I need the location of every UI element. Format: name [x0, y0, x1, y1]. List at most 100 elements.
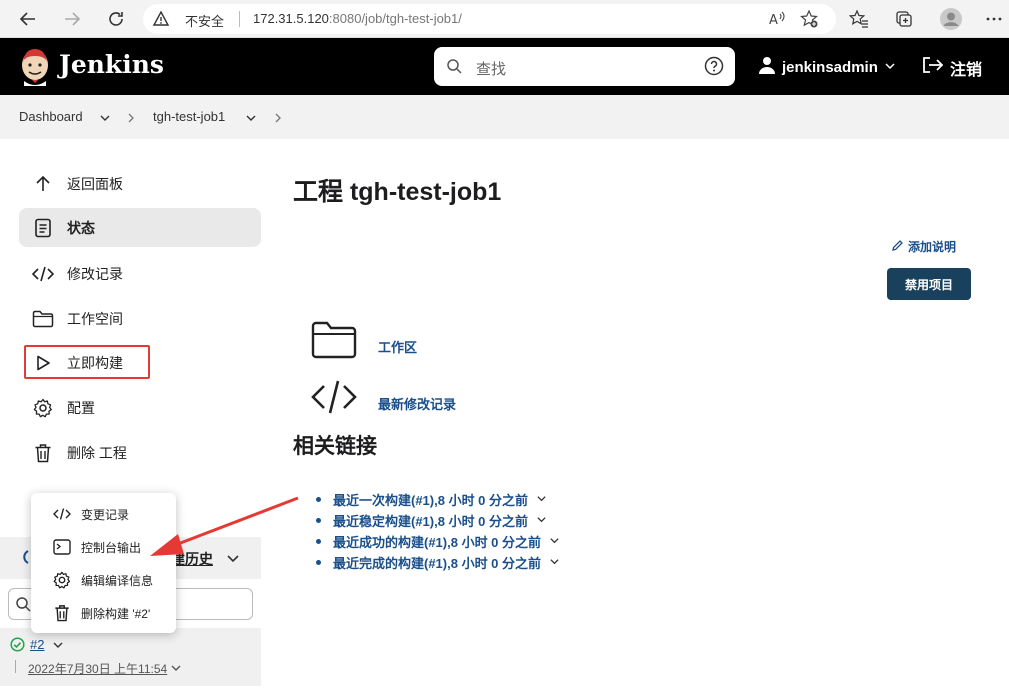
logout-label: 注销 — [950, 61, 983, 79]
folder-icon — [31, 307, 55, 331]
bullet — [316, 497, 321, 502]
code-icon — [310, 378, 358, 421]
chevron-right-icon — [273, 111, 283, 129]
url-text: 172.31.5.120:8080/job/tgh-test-job1/ — [253, 11, 462, 26]
menu-item-delete-build[interactable]: 删除构建 '#2' — [31, 598, 176, 628]
recent-changes-link[interactable]: 最新修改记录 — [378, 394, 456, 413]
document-icon — [31, 216, 55, 240]
terminal-icon — [53, 538, 71, 556]
sidebar-item-label: 工作空间 — [67, 310, 123, 327]
read-aloud-icon[interactable]: A — [767, 9, 787, 34]
menu-item-label: 编辑编译信息 — [81, 573, 154, 588]
folder-icon — [310, 320, 358, 365]
user-menu[interactable]: jenkinsadmin — [758, 56, 896, 78]
address-separator — [239, 11, 240, 27]
permalink-last-build[interactable]: 最近一次构建(#1),8 小时 0 分之前 — [333, 490, 528, 509]
forward-icon[interactable] — [62, 9, 82, 29]
menu-item-label: 控制台输出 — [81, 540, 142, 555]
gear-icon — [53, 571, 71, 589]
annotation-arrow — [150, 496, 299, 556]
sidebar-item-changes[interactable]: 修改记录 — [19, 254, 261, 293]
list-item[interactable]: 最近一次构建(#1),8 小时 0 分之前 — [316, 489, 560, 510]
chevron-down-icon[interactable] — [99, 111, 111, 129]
chevron-down-icon[interactable] — [536, 492, 547, 507]
list-item[interactable]: 最近稳定构建(#1),8 小时 0 分之前 — [316, 510, 560, 531]
breadcrumb-job[interactable]: tgh-test-job1 — [153, 109, 225, 124]
workspace-link[interactable]: 工作区 — [378, 337, 417, 356]
sidebar-item-label: 修改记录 — [67, 265, 123, 282]
add-favorite-icon[interactable] — [799, 9, 819, 34]
sidebar-item-workspace[interactable]: 工作空间 — [19, 299, 261, 338]
bullet — [316, 518, 321, 523]
timeline-divider — [15, 660, 16, 673]
sidebar-item-configure[interactable]: 配置 — [19, 388, 261, 427]
url-host: 172.31.5.120 — [253, 11, 329, 26]
jenkins-header: Jenkins 查找 jenkinsadmin 注销 — [0, 38, 1009, 95]
success-check-icon — [10, 637, 25, 657]
address-bar[interactable]: 不安全 172.31.5.120:8080/job/tgh-test-job1/… — [143, 4, 836, 34]
back-icon[interactable] — [18, 9, 38, 29]
browser-toolbar: 不安全 172.31.5.120:8080/job/tgh-test-job1/… — [0, 0, 1009, 38]
annotation-highlight-box — [24, 345, 150, 379]
jenkins-brand[interactable]: Jenkins — [59, 50, 164, 79]
menu-item-edit-build-info[interactable]: 编辑编译信息 — [31, 565, 176, 595]
username: jenkinsadmin — [782, 58, 878, 76]
list-item[interactable]: 最近成功的构建(#1),8 小时 0 分之前 — [316, 531, 560, 552]
help-icon[interactable] — [704, 56, 724, 81]
more-options-icon[interactable] — [984, 9, 1004, 29]
search-icon — [446, 58, 463, 80]
favorites-icon[interactable] — [849, 9, 869, 29]
menu-item-label: 删除构建 '#2' — [81, 606, 151, 621]
trash-icon — [31, 441, 55, 465]
menu-item-label: 变更记录 — [81, 507, 130, 522]
permalink-last-completed-build[interactable]: 最近完成的构建(#1),8 小时 0 分之前 — [333, 553, 541, 572]
trash-icon — [53, 604, 71, 622]
sidebar-item-label: 返回面板 — [67, 175, 123, 192]
chevron-down-icon[interactable] — [52, 638, 64, 656]
sidebar-item-delete-project[interactable]: 删除 工程 — [19, 433, 261, 472]
chevron-down-icon[interactable] — [549, 555, 560, 570]
build-date-link[interactable]: 2022年7月30日 上午11:54 — [28, 660, 167, 677]
user-icon — [758, 56, 776, 78]
sidebar-item-label: 配置 — [67, 399, 95, 416]
add-description-label: 添加说明 — [908, 240, 957, 254]
chevron-down-icon — [884, 59, 896, 76]
chevron-down-icon[interactable] — [536, 513, 547, 528]
warning-icon — [152, 10, 170, 32]
refresh-icon[interactable] — [106, 9, 126, 29]
chevron-down-icon[interactable] — [170, 661, 182, 679]
search-icon — [15, 596, 31, 617]
collections-icon[interactable] — [894, 9, 914, 29]
code-icon — [53, 505, 71, 523]
sidebar-item-status[interactable]: 状态 — [19, 208, 261, 247]
url-path: :8080/job/tgh-test-job1/ — [328, 11, 462, 26]
search-box[interactable]: 查找 — [434, 47, 735, 86]
logout-link[interactable]: 注销 — [922, 55, 982, 80]
add-description-link[interactable]: 添加说明 — [891, 238, 956, 255]
permalinks-list: 最近一次构建(#1),8 小时 0 分之前 最近稳定构建(#1),8 小时 0 … — [316, 489, 560, 573]
sidebar-item-back-to-dashboard[interactable]: 返回面板 — [19, 164, 261, 203]
arrow-up-icon — [31, 172, 55, 196]
list-item[interactable]: 最近完成的构建(#1),8 小时 0 分之前 — [316, 552, 560, 573]
permalink-last-stable-build[interactable]: 最近稳定构建(#1),8 小时 0 分之前 — [333, 511, 528, 530]
breadcrumb-dashboard[interactable]: Dashboard — [19, 109, 83, 124]
build-number-link[interactable]: #2 — [30, 637, 44, 652]
insecure-label: 不安全 — [185, 14, 225, 29]
bullet — [316, 560, 321, 565]
pencil-icon — [891, 239, 904, 255]
chevron-down-icon[interactable] — [549, 534, 560, 549]
logout-icon — [922, 55, 944, 80]
related-links-title: 相关链接 — [293, 435, 377, 458]
disable-project-button[interactable]: 禁用项目 — [887, 268, 971, 300]
bullet — [316, 539, 321, 544]
chevron-right-icon — [126, 111, 136, 129]
profile-avatar-icon[interactable] — [940, 8, 962, 30]
sidebar-item-label: 状态 — [67, 219, 95, 236]
code-icon — [31, 262, 55, 286]
search-input[interactable]: 查找 — [476, 58, 506, 79]
permalink-last-successful-build[interactable]: 最近成功的构建(#1),8 小时 0 分之前 — [333, 532, 541, 551]
gear-icon — [31, 396, 55, 420]
jenkins-logo-icon[interactable] — [18, 48, 52, 91]
chevron-down-icon[interactable] — [245, 111, 257, 129]
page-title: 工程 tgh-test-job1 — [293, 178, 502, 206]
